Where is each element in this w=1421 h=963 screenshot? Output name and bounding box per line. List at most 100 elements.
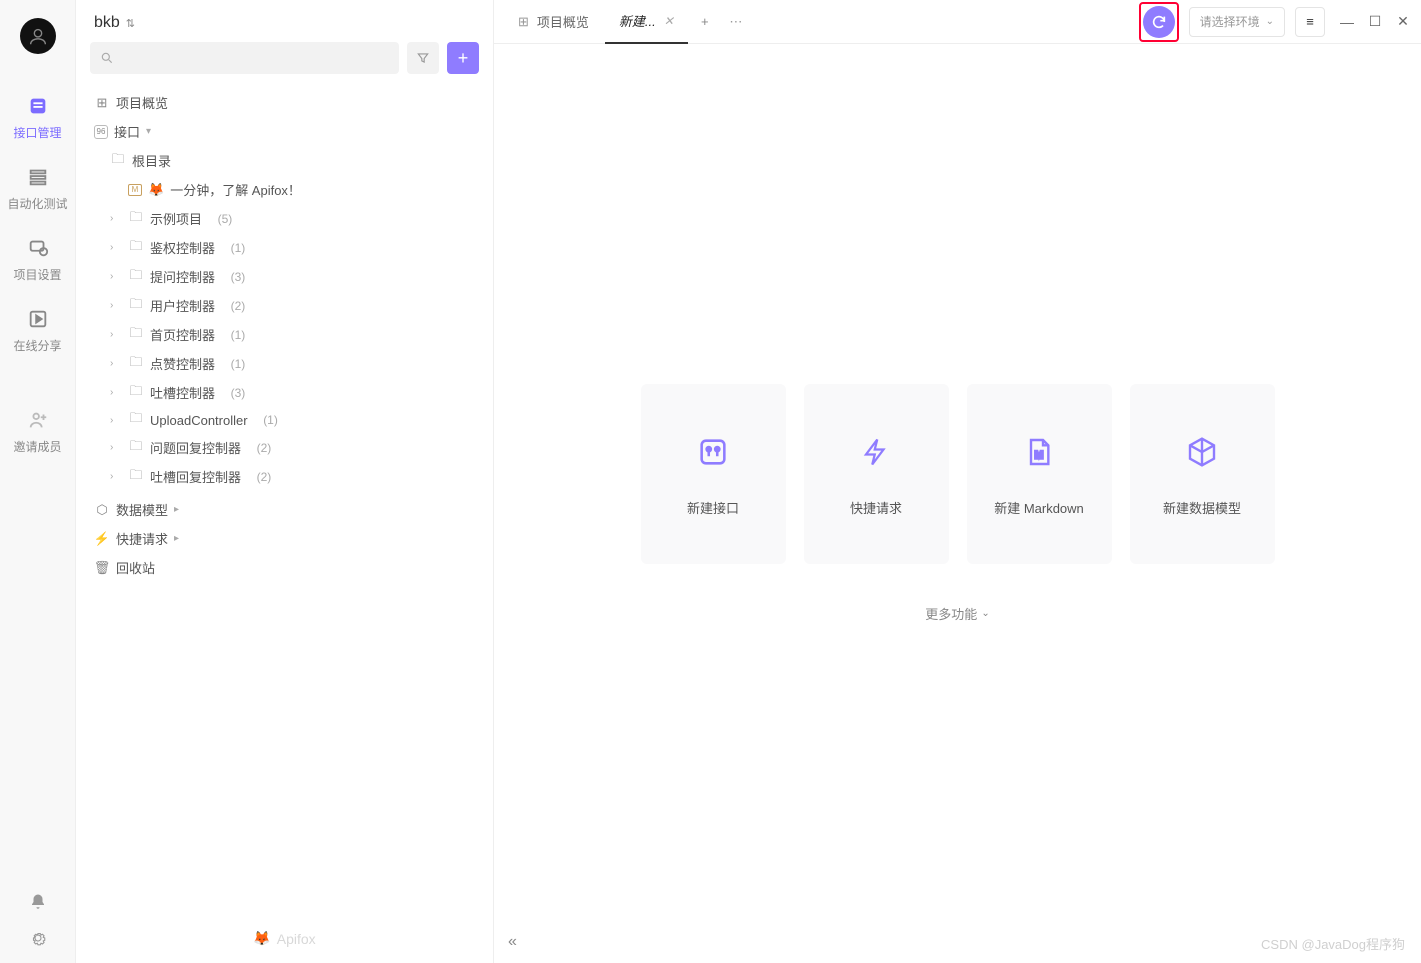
rail-label: 在线分享 bbox=[13, 337, 61, 354]
rail-label: 接口管理 bbox=[13, 124, 61, 141]
database-icon bbox=[26, 94, 50, 118]
count: (2) bbox=[257, 441, 272, 455]
count: (1) bbox=[231, 357, 246, 371]
folder-icon: 🗀 bbox=[128, 240, 144, 256]
search-icon bbox=[100, 51, 114, 65]
count: (5) bbox=[218, 212, 233, 226]
env-placeholder: 请选择环境 bbox=[1200, 13, 1260, 30]
env-refresh-highlight bbox=[1139, 2, 1179, 42]
folder-icon: 🗀 bbox=[128, 469, 144, 485]
sidebar: bkb ⇅ + ⊞ 项目概览 96 接口 ▾ 🗀 根目录 M 🦊 bbox=[76, 0, 494, 963]
more-functions[interactable]: 更多功能 ⌄ bbox=[925, 604, 989, 623]
tab-overview[interactable]: ⊞ 项目概览 bbox=[504, 0, 603, 44]
chevron-right-icon: ▸ bbox=[174, 504, 186, 515]
folder-icon: 🗀 bbox=[110, 153, 126, 169]
new-tab-button[interactable]: + bbox=[690, 14, 720, 29]
project-selector[interactable]: bkb ⇅ bbox=[76, 0, 493, 42]
tree-folder[interactable]: ›🗀点赞控制器 (1) bbox=[90, 349, 487, 378]
folder-icon: 🗀 bbox=[128, 385, 144, 401]
tree-folder[interactable]: ›🗀问题回复控制器 (2) bbox=[90, 433, 487, 462]
rail-automation[interactable]: 自动化测试 bbox=[0, 155, 75, 226]
tab-new[interactable]: 新建... ✕ bbox=[605, 0, 688, 44]
rail-invite[interactable]: 邀请成员 bbox=[0, 398, 75, 469]
folder-icon: 🗀 bbox=[128, 298, 144, 314]
settings-gear-icon bbox=[26, 236, 50, 260]
search-field[interactable] bbox=[120, 51, 389, 66]
chevron-right-icon: › bbox=[110, 329, 122, 340]
search-input[interactable] bbox=[90, 42, 399, 74]
env-select[interactable]: 请选择环境 ⌄ bbox=[1189, 7, 1285, 37]
chevron-right-icon: › bbox=[110, 442, 122, 453]
label: 点赞控制器 bbox=[150, 354, 215, 373]
tree-intro-doc[interactable]: M 🦊 一分钟，了解 Apifox！ bbox=[90, 175, 487, 204]
minimize-button[interactable]: — bbox=[1339, 14, 1355, 30]
env-refresh-button[interactable] bbox=[1143, 6, 1175, 38]
chevron-down-icon: ⌄ bbox=[1266, 16, 1274, 27]
add-button[interactable]: + bbox=[447, 42, 479, 74]
close-icon[interactable]: ✕ bbox=[664, 14, 674, 28]
bell-icon[interactable] bbox=[29, 893, 47, 911]
tree-data-model[interactable]: ⬡ 数据模型 ▸ bbox=[90, 495, 487, 524]
window-controls: — ☐ ✕ bbox=[1339, 13, 1411, 30]
menu-button[interactable]: ≡ bbox=[1295, 7, 1325, 37]
tree-folder[interactable]: ›🗀示例项目 (5) bbox=[90, 204, 487, 233]
tabbar: ⊞ 项目概览 新建... ✕ + ⋯ 请选择环境 ⌄ ≡ — ☐ ✕ bbox=[494, 0, 1421, 44]
tree-folder[interactable]: ›🗀UploadController (1) bbox=[90, 407, 487, 433]
tree-folder[interactable]: ›🗀吐槽回复控制器 (2) bbox=[90, 462, 487, 491]
chevron-right-icon: › bbox=[110, 300, 122, 311]
tree-folder[interactable]: ›🗀用户控制器 (2) bbox=[90, 291, 487, 320]
tab-more-button[interactable]: ⋯ bbox=[722, 14, 752, 30]
count: (1) bbox=[231, 241, 246, 255]
filter-button[interactable] bbox=[407, 42, 439, 74]
card-new-markdown[interactable]: M 新建 Markdown bbox=[967, 384, 1112, 564]
gear-icon[interactable] bbox=[29, 929, 47, 947]
card-label: 新建 Markdown bbox=[994, 498, 1084, 517]
tab-label: 项目概览 bbox=[537, 12, 589, 31]
folder-icon: 🗀 bbox=[128, 211, 144, 227]
plus-icon: + bbox=[701, 14, 709, 29]
cards-row: 新建接口 快捷请求 M 新建 Markdown 新建数据模型 bbox=[641, 384, 1275, 564]
tree-folder[interactable]: ›🗀提问控制器 (3) bbox=[90, 262, 487, 291]
chevron-right-icon: › bbox=[110, 271, 122, 282]
card-new-api[interactable]: 新建接口 bbox=[641, 384, 786, 564]
filter-icon bbox=[416, 51, 430, 65]
api-card-icon bbox=[695, 434, 731, 470]
tree-folder[interactable]: ›🗀首页控制器 (1) bbox=[90, 320, 487, 349]
tree-quick-request[interactable]: ⚡ 快捷请求 ▸ bbox=[90, 524, 487, 553]
chevron-down-icon: ▾ bbox=[146, 126, 158, 137]
brand-label: Apifox bbox=[277, 931, 316, 947]
tree-recycle[interactable]: 🗑 回收站 bbox=[90, 553, 487, 582]
avatar[interactable] bbox=[20, 18, 56, 54]
label: 快捷请求 bbox=[116, 529, 168, 548]
chevron-right-icon: ▸ bbox=[174, 533, 186, 544]
rail-label: 自动化测试 bbox=[7, 195, 67, 212]
label: 更多功能 bbox=[925, 604, 977, 623]
tree-folder[interactable]: ›🗀吐槽控制器 (3) bbox=[90, 378, 487, 407]
collapse-handle[interactable]: « bbox=[508, 933, 517, 951]
grid-icon: ⊞ bbox=[94, 95, 110, 111]
label: 问题回复控制器 bbox=[150, 438, 241, 457]
tree-root-folder[interactable]: 🗀 根目录 bbox=[90, 146, 487, 175]
watermark: CSDN @JavaDog程序狗 bbox=[1261, 934, 1405, 953]
label: 首页控制器 bbox=[150, 325, 215, 344]
close-button[interactable]: ✕ bbox=[1395, 13, 1411, 30]
tree-folder[interactable]: › 🗀 鉴权控制器 (1) bbox=[90, 233, 487, 262]
chevron-right-icon: › bbox=[110, 242, 122, 253]
rail-settings[interactable]: 项目设置 bbox=[0, 226, 75, 297]
rail-api-management[interactable]: 接口管理 bbox=[0, 84, 75, 155]
count: (1) bbox=[263, 413, 278, 427]
label: 鉴权控制器 bbox=[150, 238, 215, 257]
card-new-data-model[interactable]: 新建数据模型 bbox=[1130, 384, 1275, 564]
label: 提问控制器 bbox=[150, 267, 215, 286]
folder-icon: 🗀 bbox=[128, 327, 144, 343]
maximize-button[interactable]: ☐ bbox=[1367, 13, 1383, 30]
rail-label: 项目设置 bbox=[13, 266, 61, 283]
chevron-right-icon: › bbox=[110, 471, 122, 482]
tree-overview[interactable]: ⊞ 项目概览 bbox=[90, 88, 487, 117]
tree-api-section[interactable]: 96 接口 ▾ bbox=[90, 117, 487, 146]
chevron-down-icon: ⌄ bbox=[981, 608, 989, 619]
card-quick-request[interactable]: 快捷请求 bbox=[804, 384, 949, 564]
rail-share[interactable]: 在线分享 bbox=[0, 297, 75, 368]
label: UploadController bbox=[150, 413, 248, 428]
brand-watermark: 🦊 Apifox bbox=[76, 930, 493, 947]
